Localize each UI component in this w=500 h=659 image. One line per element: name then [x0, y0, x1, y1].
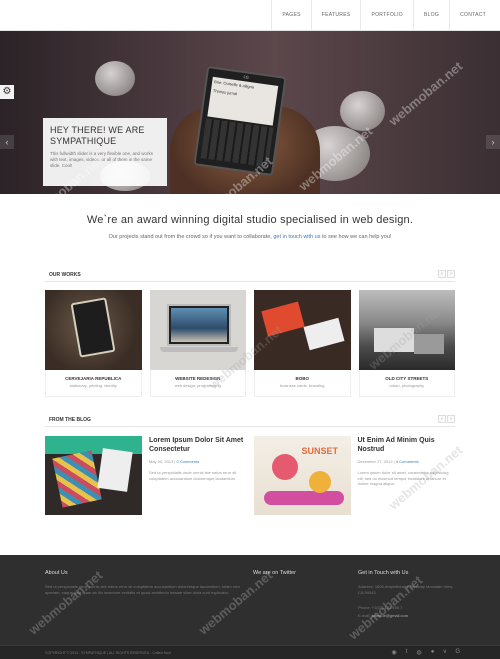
blog-next-button[interactable]: ›: [447, 415, 455, 423]
blog-post-title[interactable]: Ut Enim Ad Minim Quis Nostrud: [358, 436, 456, 454]
nav-item-blog[interactable]: BLOG: [412, 0, 449, 31]
works-carousel-controls: ‹ ›: [437, 270, 455, 278]
nav-item-portfolio[interactable]: PORTFOLIO: [360, 0, 413, 31]
footer-contact: Get in Touch with Us Address: 1600 Amphi…: [358, 570, 458, 618]
blog-post-title[interactable]: Lorem Ipsum Dolor Sit Amet Consectetur: [149, 436, 247, 454]
work-thumbnail[interactable]: [149, 290, 246, 370]
nav-item-contact[interactable]: CONTACT: [449, 0, 496, 31]
blog-post-date: December 27, 2012: [357, 459, 393, 464]
footer-phone: Phone: +1(07) 123 456 7: [358, 605, 403, 610]
gear-icon[interactable]: ⚙: [0, 85, 14, 99]
copyright-text: COPYRIGHT © 2013 - SYMPATHIQUE | ALL RIG…: [45, 651, 172, 655]
nav-item-features[interactable]: FEATURES: [310, 0, 361, 31]
blog-list: Lorem Ipsum Dolor Sit Amet Consectetur M…: [45, 436, 455, 515]
work-title[interactable]: CERVEJARIA REPUBLICA: [46, 376, 141, 381]
twitter-icon[interactable]: t: [406, 649, 408, 656]
phone-screen: Brie: Ouiselle & alligna Thanos jurnal: [207, 76, 279, 126]
blog-post-text: Lorem Ipsum Dolor Sit Amet Consectetur M…: [142, 436, 247, 515]
blog-post-excerpt: Lorem ipsum dolor sit amet, consectetur …: [357, 470, 449, 486]
hero-caption-title: HEY THERE! WE ARE SYMPATHIQUE: [50, 125, 145, 146]
blog-prev-button[interactable]: ‹: [438, 415, 446, 423]
blog-post: SUNSET Ut Enim Ad Minim Quis Nostrud Dec…: [253, 436, 456, 515]
works-grid: CERVEJARIA REPUBLICA stationary, printin…: [45, 290, 455, 397]
work-tags: web design, programming: [174, 383, 221, 388]
watermark: webmoban.net: [385, 58, 466, 129]
chevron-left-icon[interactable]: ‹: [0, 135, 14, 149]
phone-keyboard: [200, 118, 274, 168]
works-prev-button[interactable]: ‹: [438, 270, 446, 278]
footer-about-text: Sed ut perspiciatis unde omnis iste natu…: [45, 584, 240, 595]
works-heading: OUR WORKS: [49, 272, 81, 278]
blog-post-image[interactable]: SUNSET: [253, 436, 351, 515]
tagline-title: We`re an award winning digital studio sp…: [86, 214, 414, 226]
blog-post-text: Ut Enim Ad Minim Quis Nostrud December 2…: [351, 436, 456, 515]
blog-header: FROM THE BLOG ‹ ›: [45, 415, 455, 427]
footer-address: Address: 1600 Amphitheatre Parkway Mount…: [358, 584, 454, 595]
work-meta: OLD CITY STREETS urban, photography: [358, 370, 455, 397]
blog-post-meta: May 30, 2013 | 0 Comments: [149, 459, 200, 464]
blog-post: Lorem Ipsum Dolor Sit Amet Consectetur M…: [45, 436, 247, 515]
contact-link[interactable]: get in touch with us: [273, 234, 320, 240]
footer-email-label: E-mail:: [358, 612, 371, 618]
works-header: OUR WORKS ‹ ›: [45, 270, 455, 282]
work-tags: stationary, printing, identity: [69, 383, 117, 388]
social-icons: ◉ t ◍ ● v G: [392, 649, 460, 656]
hero-caption: HEY THERE! WE ARE SYMPATHIQUE This fullw…: [43, 118, 167, 186]
work-item[interactable]: BOBO business cards, branding: [254, 290, 351, 397]
google-plus-icon[interactable]: G: [455, 649, 460, 656]
tagline-text: Our projects stand out from the crowd so…: [0, 234, 500, 240]
work-item[interactable]: CERVEJARIA REPUBLICA stationary, printin…: [45, 290, 142, 397]
work-tags: urban, photography: [389, 383, 425, 388]
footer-contact-title: Get in Touch with Us: [358, 570, 409, 576]
phone-image: LG Brie: Ouiselle & alligna Thanos jurna…: [193, 65, 287, 177]
footer-about: About Us Sed ut perspiciatis unde omnis …: [45, 570, 245, 595]
work-thumbnail[interactable]: [254, 290, 351, 370]
work-title[interactable]: OLD CITY STREETS: [360, 376, 455, 381]
top-navigation: PAGES FEATURES PORTFOLIO BLOG CONTACT: [0, 0, 500, 31]
footer-email-link[interactable]: johndoe@gmail.com: [372, 613, 409, 618]
nav-menu: PAGES FEATURES PORTFOLIO BLOG CONTACT: [271, 0, 496, 31]
work-item[interactable]: WEBSITE REDESIGN web design, programming: [149, 290, 246, 397]
work-title[interactable]: BOBO: [255, 376, 350, 381]
work-meta: BOBO business cards, branding: [254, 370, 351, 397]
work-meta: CERVEJARIA REPUBLICA stationary, printin…: [45, 370, 142, 397]
tagline-text-end: to see how we can help you!: [322, 234, 392, 240]
work-thumbnail[interactable]: [45, 290, 142, 370]
work-thumbnail[interactable]: [358, 290, 455, 370]
tagline-section: We`re an award winning digital studio sp…: [0, 194, 500, 270]
blog-post-date: May 30, 2013: [149, 459, 174, 464]
blog-post-comments[interactable]: 0 Comments: [177, 459, 200, 464]
blog-carousel-controls: ‹ ›: [437, 415, 455, 423]
blog-heading: FROM THE BLOG: [49, 417, 91, 423]
decor-shape: [340, 91, 385, 131]
footer-email: E-mail: johndoe@gmail.com: [358, 613, 458, 619]
work-title[interactable]: WEBSITE REDESIGN: [151, 376, 246, 381]
flickr-icon[interactable]: ●: [431, 649, 435, 656]
works-next-button[interactable]: ›: [447, 270, 455, 278]
dribbble-icon[interactable]: ◍: [416, 649, 421, 656]
rss-icon[interactable]: ◉: [392, 649, 397, 656]
blog-post-image[interactable]: [45, 436, 142, 515]
footer-about-title: About Us: [45, 570, 68, 576]
blog-post-comments[interactable]: 4 Comments: [396, 459, 419, 464]
decor-shape: [95, 61, 135, 96]
chevron-right-icon[interactable]: ›: [486, 135, 500, 149]
footer: About Us Sed ut perspiciatis unde omnis …: [0, 555, 500, 659]
work-tags: business cards, branding: [280, 383, 325, 388]
footer-twitter: We are on Twitter: [253, 570, 348, 576]
work-meta: WEBSITE REDESIGN web design, programming: [149, 370, 246, 397]
tagline-text-start: Our projects stand out from the crowd so…: [108, 234, 272, 240]
blog-post-excerpt: Sed ut perspiciatis unde omnis iste natu…: [149, 470, 237, 481]
blog-post-meta: December 27, 2012 | 4 Comments: [357, 459, 419, 464]
work-item[interactable]: OLD CITY STREETS urban, photography: [358, 290, 455, 397]
hero-caption-text: This fullwidth slider is a very flexible…: [50, 151, 154, 168]
footer-twitter-title: We are on Twitter: [253, 570, 296, 576]
nav-item-pages[interactable]: PAGES: [271, 0, 310, 31]
vimeo-icon[interactable]: v: [443, 649, 446, 656]
footer-bottom-bar: COPYRIGHT © 2013 - SYMPATHIQUE | ALL RIG…: [0, 645, 500, 659]
hero-slider: LG Brie: Ouiselle & alligna Thanos jurna…: [0, 31, 500, 194]
